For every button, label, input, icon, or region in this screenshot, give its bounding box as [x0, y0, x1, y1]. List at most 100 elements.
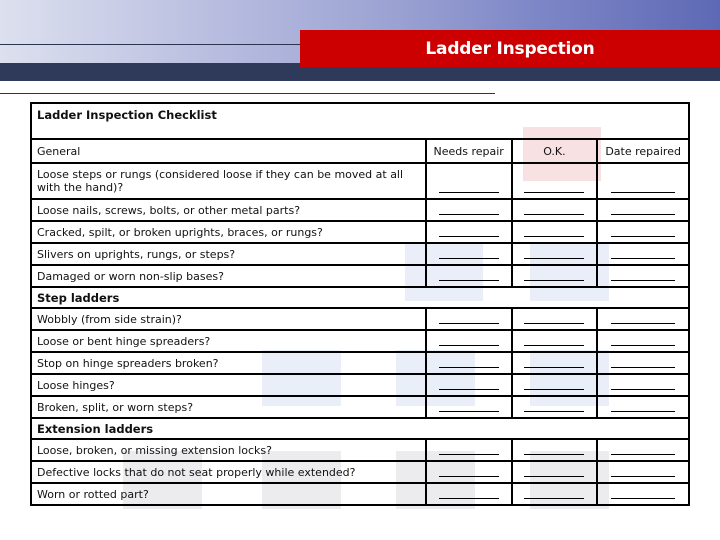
blank-line	[438, 192, 499, 193]
checklist-row: Worn or rotted part?	[32, 482, 688, 504]
needs-repair-field[interactable]	[424, 222, 511, 242]
needs-repair-field[interactable]	[424, 397, 511, 417]
header-divider-line	[0, 44, 302, 45]
blank-line	[611, 323, 676, 324]
needs-repair-field[interactable]	[424, 309, 511, 329]
column-header-general: General	[37, 144, 81, 158]
date-repaired-field[interactable]	[596, 200, 688, 220]
checklist-row: Slivers on uprights, rungs, or steps?	[32, 242, 688, 264]
date-repaired-field[interactable]	[596, 462, 688, 482]
blank-line	[611, 389, 676, 390]
blank-line	[611, 476, 676, 477]
date-repaired-field[interactable]	[596, 244, 688, 264]
ok-field[interactable]	[510, 375, 597, 395]
blank-line	[438, 411, 499, 412]
checklist-row: Loose nails, screws, bolts, or other met…	[32, 198, 688, 220]
item-label: Defective locks that do not seat properl…	[37, 465, 356, 479]
checklist-row: Loose hinges?	[32, 373, 688, 395]
needs-repair-field[interactable]	[424, 440, 511, 460]
checklist-title-row: Ladder Inspection Checklist	[32, 104, 688, 138]
section-title: Extension ladders	[37, 421, 154, 436]
date-repaired-field[interactable]	[596, 375, 688, 395]
ok-field[interactable]	[510, 397, 597, 417]
ok-field[interactable]	[510, 309, 597, 329]
blank-line	[611, 192, 676, 193]
item-label: Loose hinges?	[37, 378, 115, 392]
ok-field[interactable]	[510, 200, 597, 220]
needs-repair-field[interactable]	[424, 266, 511, 286]
date-repaired-field[interactable]	[596, 331, 688, 351]
checklist-row: Broken, split, or worn steps?	[32, 395, 688, 417]
blank-line	[611, 454, 676, 455]
date-repaired-field[interactable]	[596, 309, 688, 329]
ok-field[interactable]	[510, 244, 597, 264]
needs-repair-field[interactable]	[424, 462, 511, 482]
page-title: Ladder Inspection	[425, 38, 595, 59]
ok-field[interactable]	[510, 440, 597, 460]
ok-field[interactable]	[510, 484, 597, 504]
checklist-row: Defective locks that do not seat properl…	[32, 460, 688, 482]
column-header-ok: O.K.	[510, 140, 597, 162]
item-label: Slivers on uprights, rungs, or steps?	[37, 247, 236, 261]
item-label: Cracked, spilt, or broken uprights, brac…	[37, 225, 323, 239]
blank-line	[524, 454, 585, 455]
blank-line	[438, 367, 499, 368]
needs-repair-field[interactable]	[424, 484, 511, 504]
blank-line	[524, 476, 585, 477]
blank-line	[524, 236, 585, 237]
blank-line	[438, 498, 499, 499]
checklist-row: Loose, broken, or missing extension lock…	[32, 438, 688, 460]
ok-field[interactable]	[510, 164, 597, 198]
checklist-row: Loose or bent hinge spreaders?	[32, 329, 688, 351]
checklist-row: Stop on hinge spreaders broken?	[32, 351, 688, 373]
blank-line	[524, 389, 585, 390]
blank-line	[438, 476, 499, 477]
item-label: Broken, split, or worn steps?	[37, 400, 194, 414]
blank-line	[524, 345, 585, 346]
needs-repair-field[interactable]	[424, 244, 511, 264]
needs-repair-field[interactable]	[424, 353, 511, 373]
needs-repair-field[interactable]	[424, 331, 511, 351]
blank-line	[438, 454, 499, 455]
needs-repair-field[interactable]	[424, 200, 511, 220]
date-repaired-field[interactable]	[596, 222, 688, 242]
blank-line	[611, 345, 676, 346]
item-label: Worn or rotted part?	[37, 487, 149, 501]
column-header-row: General Needs repair O.K. Date repaired	[32, 138, 688, 162]
ok-field[interactable]	[510, 266, 597, 286]
ok-field[interactable]	[510, 462, 597, 482]
date-repaired-field[interactable]	[596, 353, 688, 373]
inspection-checklist-table: Ladder Inspection Checklist General Need…	[30, 102, 690, 506]
blank-line	[524, 214, 585, 215]
checklist-row: Loose steps or rungs (considered loose i…	[32, 162, 688, 198]
blank-line	[524, 498, 585, 499]
blank-line	[438, 258, 499, 259]
blank-line	[611, 214, 676, 215]
item-label: Loose, broken, or missing extension lock…	[37, 443, 272, 457]
checklist-row: Wobbly (from side strain)?	[32, 307, 688, 329]
date-repaired-field[interactable]	[596, 440, 688, 460]
blank-line	[438, 280, 499, 281]
date-repaired-field[interactable]	[596, 266, 688, 286]
date-repaired-field[interactable]	[596, 484, 688, 504]
item-label: Loose steps or rungs (considered loose i…	[37, 168, 404, 194]
ok-field[interactable]	[510, 222, 597, 242]
checklist-row: Damaged or worn non-slip bases?	[32, 264, 688, 286]
date-repaired-field[interactable]	[596, 397, 688, 417]
title-banner: Ladder Inspection	[300, 30, 720, 67]
ok-field[interactable]	[510, 331, 597, 351]
blank-line	[611, 258, 676, 259]
blank-line	[524, 192, 585, 193]
blank-line	[438, 236, 499, 237]
needs-repair-field[interactable]	[424, 375, 511, 395]
date-repaired-field[interactable]	[596, 164, 688, 198]
ok-field[interactable]	[510, 353, 597, 373]
checklist-row: Cracked, spilt, or broken uprights, brac…	[32, 220, 688, 242]
section-title: Step ladders	[37, 290, 120, 305]
blank-line	[524, 411, 585, 412]
section-header-step-ladders: Step ladders	[32, 286, 688, 307]
needs-repair-field[interactable]	[424, 164, 511, 198]
blank-line	[611, 236, 676, 237]
blank-line	[438, 323, 499, 324]
blank-line	[438, 345, 499, 346]
